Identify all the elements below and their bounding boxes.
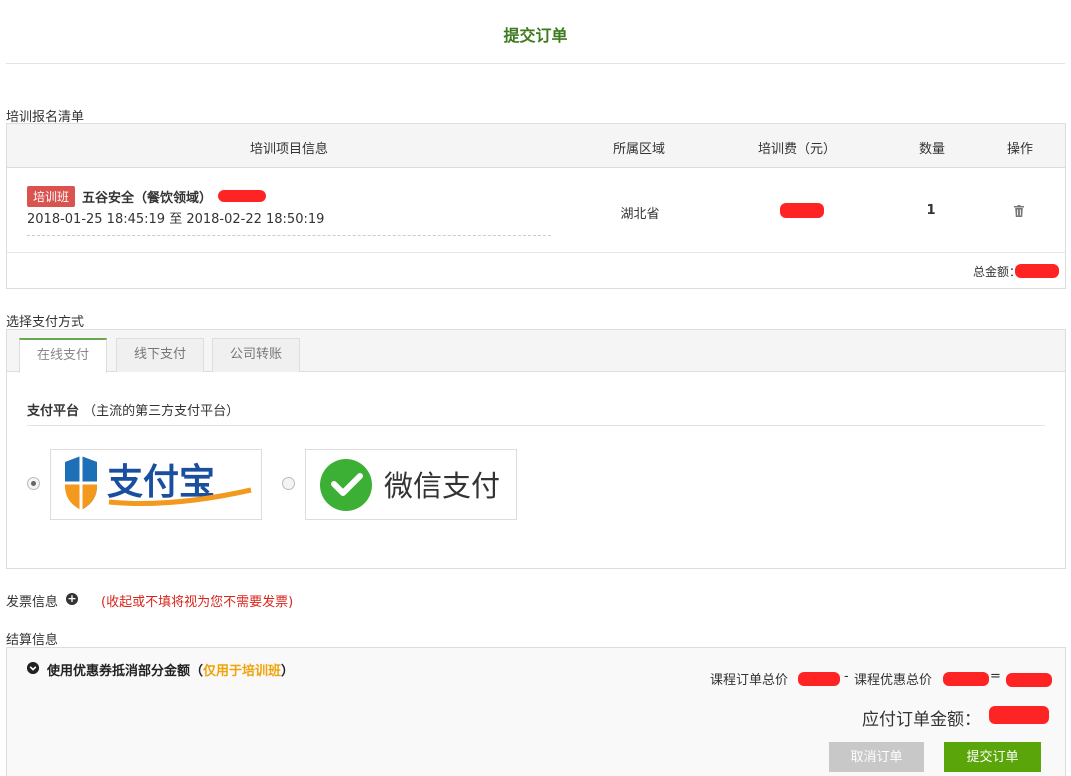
equals-sign: = bbox=[990, 669, 1001, 684]
minus-sign: - bbox=[844, 669, 849, 684]
tab-offline-payment[interactable]: 线下支付 bbox=[116, 338, 204, 372]
col-quantity: 数量 bbox=[918, 142, 945, 157]
payment-panel: 在线支付 线下支付 公司转账 支付平台 （主流的第三方支付平台） 支付宝 微信支… bbox=[6, 329, 1066, 569]
redacted-discount-total bbox=[943, 672, 989, 686]
alipay-logo: 支付宝 bbox=[65, 456, 252, 510]
course-type-badge: 培训班 bbox=[27, 186, 76, 207]
col-fee: 培训费（元） bbox=[757, 142, 836, 157]
alipay-radio[interactable] bbox=[27, 477, 40, 490]
course-total-label: 课程订单总价 bbox=[710, 673, 789, 688]
course-name: 五谷安全（餐饮领域） bbox=[82, 191, 213, 206]
invoice-label: 发票信息 bbox=[6, 595, 59, 610]
platform-title-text: 支付平台 bbox=[27, 404, 80, 419]
cancel-order-button[interactable]: 取消订单 bbox=[829, 742, 924, 772]
training-table-header: 培训项目信息 所属区域 培训费（元） 数量 操作 bbox=[7, 124, 1065, 168]
redacted-mark bbox=[218, 190, 266, 202]
wechat-pay-logo: 微信支付 bbox=[320, 459, 500, 511]
platform-note: （主流的第三方支付平台） bbox=[83, 404, 240, 419]
total-amount-label: 总金额： bbox=[972, 265, 1021, 279]
col-action: 操作 bbox=[1006, 142, 1033, 157]
invoice-note: (收起或不填将视为您不需要发票) bbox=[101, 595, 294, 610]
course-date-range: 2018-01-25 18:45:19 至 2018-02-22 18:50:1… bbox=[27, 212, 325, 227]
coupon-toggle[interactable]: 使用优惠券抵消部分金额（仅用于培训班） bbox=[47, 660, 294, 679]
alipay-option[interactable]: 支付宝 bbox=[50, 449, 262, 520]
settlement-panel: 使用优惠券抵消部分金额（仅用于培训班） 课程订单总价 - 课程优惠总价 = 应付… bbox=[6, 647, 1066, 776]
wechat-pay-wordmark: 微信支付 bbox=[384, 469, 500, 503]
redacted-result bbox=[1006, 673, 1052, 687]
row-dashed-divider bbox=[27, 235, 551, 236]
redacted-fee bbox=[780, 203, 824, 218]
submit-order-button[interactable]: 提交订单 bbox=[944, 742, 1041, 772]
total-divider bbox=[7, 252, 1065, 253]
alipay-wordmark: 支付宝 bbox=[107, 462, 215, 503]
payable-amount-label: 应付订单金额： bbox=[862, 710, 981, 730]
table-row: 培训班 五谷安全（餐饮领域） 2018-01-25 18:45:19 至 201… bbox=[7, 169, 1065, 253]
wechat-pay-option[interactable]: 微信支付 bbox=[305, 449, 517, 520]
redacted-course-total bbox=[798, 672, 840, 686]
discount-total-label: 课程优惠总价 bbox=[854, 673, 933, 688]
trash-icon[interactable] bbox=[1014, 205, 1024, 217]
coupon-suffix: ） bbox=[281, 664, 295, 679]
payment-platform-title: 支付平台 （主流的第三方支付平台） bbox=[27, 400, 239, 419]
redacted-total bbox=[1015, 264, 1059, 278]
page-title: 提交订单 bbox=[503, 26, 568, 45]
redacted-payable-amount bbox=[989, 706, 1049, 724]
chevron-down-icon[interactable] bbox=[27, 662, 39, 674]
plus-circle-icon[interactable]: + bbox=[66, 593, 78, 605]
payment-section-label: 选择支付方式 bbox=[6, 315, 85, 330]
coupon-prefix: 使用优惠券抵消部分金额（ bbox=[47, 664, 204, 679]
training-table: 培训项目信息 所属区域 培训费（元） 数量 操作 培训班 五谷安全（餐饮领域） … bbox=[6, 123, 1066, 289]
quantity-cell: 1 bbox=[926, 203, 936, 218]
tab-online-payment[interactable]: 在线支付 bbox=[19, 338, 107, 373]
settlement-section-label: 结算信息 bbox=[6, 633, 59, 648]
title-divider bbox=[6, 63, 1065, 64]
platform-divider bbox=[27, 425, 1045, 426]
col-region: 所属区域 bbox=[612, 142, 665, 157]
coupon-highlight: 仅用于培训班 bbox=[203, 664, 282, 679]
region-cell: 湖北省 bbox=[620, 207, 660, 222]
wechat-pay-radio[interactable] bbox=[282, 477, 295, 490]
tab-company-transfer[interactable]: 公司转账 bbox=[212, 338, 300, 372]
payment-tabs: 在线支付 线下支付 公司转账 bbox=[7, 330, 1065, 373]
col-project-info: 培训项目信息 bbox=[249, 142, 328, 157]
